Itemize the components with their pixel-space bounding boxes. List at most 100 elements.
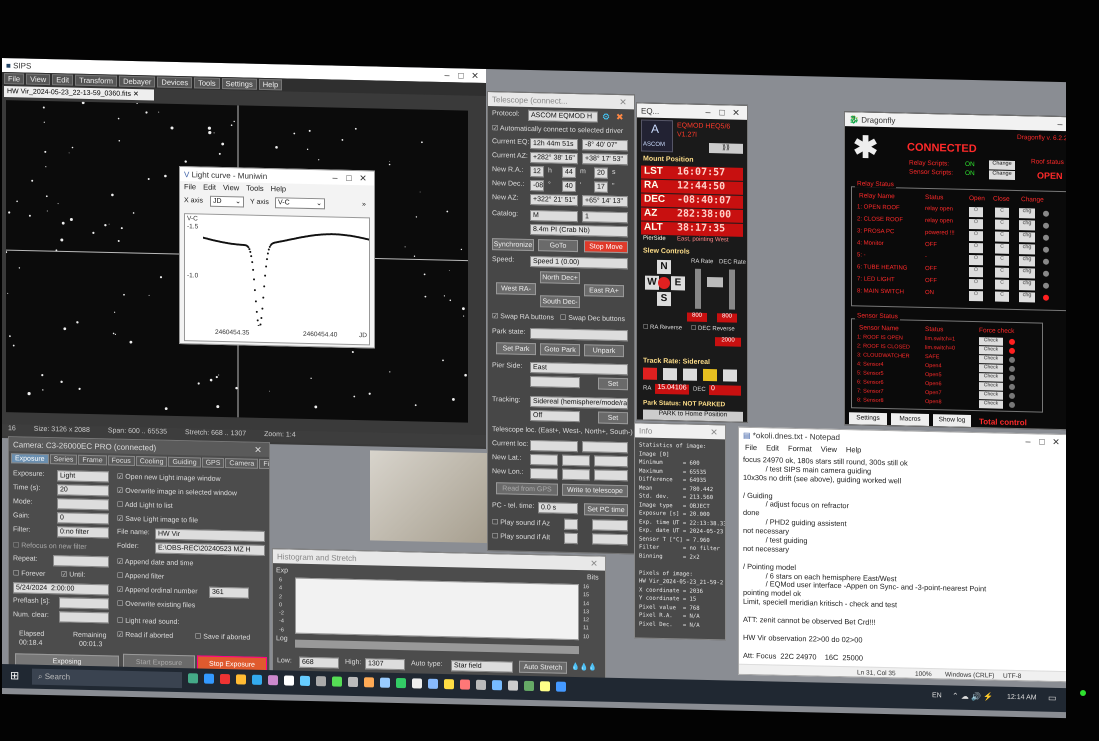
relay-open-button[interactable]: O — [969, 266, 983, 278]
expand-button[interactable]: ⟫⟫ — [709, 143, 743, 154]
track-mode-button[interactable] — [683, 368, 697, 381]
dec-input[interactable]: 17 — [594, 181, 608, 193]
ra-reverse-check[interactable]: ☐ RA Reverse — [643, 324, 682, 332]
lon-min[interactable] — [562, 468, 590, 481]
relay-open-button[interactable]: O — [969, 242, 983, 254]
macros-button[interactable]: Macros — [891, 413, 929, 427]
current-lon[interactable] — [582, 441, 628, 454]
save-aborted-check[interactable]: ☐ Save if aborted — [195, 632, 250, 641]
menu-item-debayer[interactable]: Debayer — [119, 75, 156, 88]
xaxis-select[interactable]: JD ⌄ — [210, 195, 244, 208]
tracking-select[interactable]: Off — [530, 409, 580, 423]
close-icon[interactable]: ✕ — [251, 444, 265, 455]
coord-value[interactable]: +38° 17' 53" — [582, 153, 628, 166]
track-mode-button[interactable] — [723, 369, 737, 382]
append-date-check[interactable]: ☑ Append date and time — [117, 558, 193, 568]
taskbar-app-icon[interactable] — [460, 679, 470, 690]
coord-value[interactable]: -8° 40' 07" — [582, 139, 628, 152]
menu-item-edit[interactable]: Edit — [766, 443, 779, 453]
set-pc-time-button[interactable]: Set PC time — [584, 503, 628, 517]
object-display[interactable]: 8.4m PI (Crab Nb) — [530, 223, 628, 238]
relay-open-button[interactable]: O — [969, 254, 983, 266]
pier-side-field[interactable]: East — [530, 361, 628, 376]
relay-close-button[interactable]: C — [995, 255, 1009, 266]
ra-rate-slider[interactable] — [695, 268, 701, 309]
write-telescope-button[interactable]: Write to telescope — [562, 483, 628, 498]
sound-az-check[interactable]: ☐ Play sound if Az — [492, 518, 550, 527]
filename-input[interactable]: HW Vir — [155, 528, 265, 542]
close-icon[interactable]: ✕ — [707, 426, 721, 437]
taskbar-app-icon[interactable] — [268, 675, 278, 686]
relay-change-button[interactable]: chg — [1019, 208, 1035, 219]
until-check[interactable]: ☑ Until: — [61, 570, 85, 579]
sound-az-op[interactable] — [564, 518, 578, 531]
taskbar-app-icon[interactable] — [492, 680, 502, 691]
auto-type-select[interactable]: Star field — [451, 660, 513, 673]
force-check-button[interactable]: Check — [979, 364, 1003, 373]
relay-close-button[interactable]: C — [995, 231, 1009, 242]
track-ra-value[interactable]: 15.04106 — [655, 383, 689, 395]
east-button[interactable]: East RA+ — [584, 284, 624, 298]
relay-change-button[interactable]: chg — [1019, 232, 1035, 243]
current-lat[interactable] — [530, 439, 578, 453]
sound-az-value[interactable] — [592, 519, 628, 532]
relay-change-button[interactable]: chg — [1019, 256, 1035, 267]
camera-field-input[interactable]: 0 — [57, 512, 109, 525]
taskbar-app-icon[interactable] — [540, 681, 550, 692]
slew-n-button[interactable]: N — [657, 259, 671, 275]
force-check-button[interactable]: Check — [979, 400, 1003, 409]
tray-icons[interactable]: ⌃ ☁ 🔊 ⚡ — [952, 692, 993, 702]
menu-item-view[interactable]: View — [223, 183, 239, 193]
goto-park-button[interactable]: Goto Park — [540, 343, 580, 357]
force-check-button[interactable]: Check — [979, 382, 1003, 391]
minimize-icon[interactable]: – — [328, 172, 342, 182]
force-check-button[interactable]: Check — [979, 373, 1003, 382]
menu-item-view[interactable]: View — [26, 73, 51, 86]
until-datetime[interactable]: 5/24/2024 2:00:00 — [13, 582, 109, 596]
south-button[interactable]: South Dec- — [540, 295, 580, 309]
close-icon[interactable]: ✕ — [729, 107, 743, 118]
dec-input[interactable]: -08 — [530, 179, 544, 192]
track-mode-button[interactable] — [643, 367, 657, 380]
menu-item-view[interactable]: View — [821, 445, 837, 455]
minimize-icon[interactable]: – — [1021, 436, 1035, 446]
light-sound-check[interactable]: ☐ Light read sound: — [117, 617, 179, 626]
sound-alt-check[interactable]: ☐ Play sound if Alt — [492, 532, 550, 541]
change-script-button[interactable]: Change — [989, 170, 1015, 180]
tab-focus[interactable]: Focus — [107, 455, 135, 467]
close-icon[interactable]: ✕ — [616, 96, 630, 107]
pier-side-select[interactable] — [530, 375, 580, 389]
maximize-icon[interactable]: □ — [342, 173, 356, 183]
relay-change-button[interactable]: chg — [1019, 292, 1035, 303]
append-filter-check[interactable]: ☐ Append filter — [117, 572, 164, 581]
relay-change-button[interactable]: chg — [1019, 220, 1035, 231]
sips-image-tab[interactable]: HW Vir_2024-05-23_22-13-59_0360.fits ✕ — [4, 86, 154, 101]
taskbar-app-icon[interactable] — [316, 676, 326, 687]
catalog-number[interactable]: 1 — [582, 211, 628, 224]
taskbar-app-icon[interactable] — [348, 676, 358, 688]
goto-button[interactable]: GoTo — [538, 239, 578, 253]
north-button[interactable]: North Dec+ — [540, 271, 580, 285]
taskbar-app-icon[interactable] — [396, 677, 406, 689]
menu-item-edit[interactable]: Edit — [203, 183, 216, 193]
pc-time-value[interactable]: 0.0 s — [538, 502, 578, 515]
menu-item-devices[interactable]: Devices — [157, 76, 193, 89]
lon-deg[interactable] — [530, 467, 558, 480]
tab-series[interactable]: Series — [49, 454, 78, 465]
rate-select[interactable] — [707, 276, 723, 288]
protocol-select[interactable]: ASCOM EQMOD H — [528, 109, 598, 123]
force-check-button[interactable]: Check — [979, 346, 1003, 355]
dec-reverse-check[interactable]: ☐ DEC Reverse — [691, 325, 735, 333]
force-check-button[interactable]: Check — [979, 355, 1003, 364]
catalog-select[interactable]: M — [530, 209, 578, 223]
lat-sec[interactable] — [594, 455, 628, 468]
relay-open-button[interactable]: O — [969, 290, 983, 302]
track-dec-value[interactable]: 0 — [709, 385, 741, 396]
relay-open-button[interactable]: O — [969, 218, 983, 230]
yaxis-select[interactable]: V-C ⌄ — [275, 197, 325, 210]
taskbar-app-icon[interactable] — [444, 679, 454, 690]
low-input[interactable]: 668 — [299, 656, 339, 669]
taskbar-app-icon[interactable] — [188, 673, 198, 684]
append-ordinal-check[interactable]: ☑ Append ordinal number — [117, 586, 198, 596]
camera-field-input[interactable]: 20 — [57, 484, 109, 497]
